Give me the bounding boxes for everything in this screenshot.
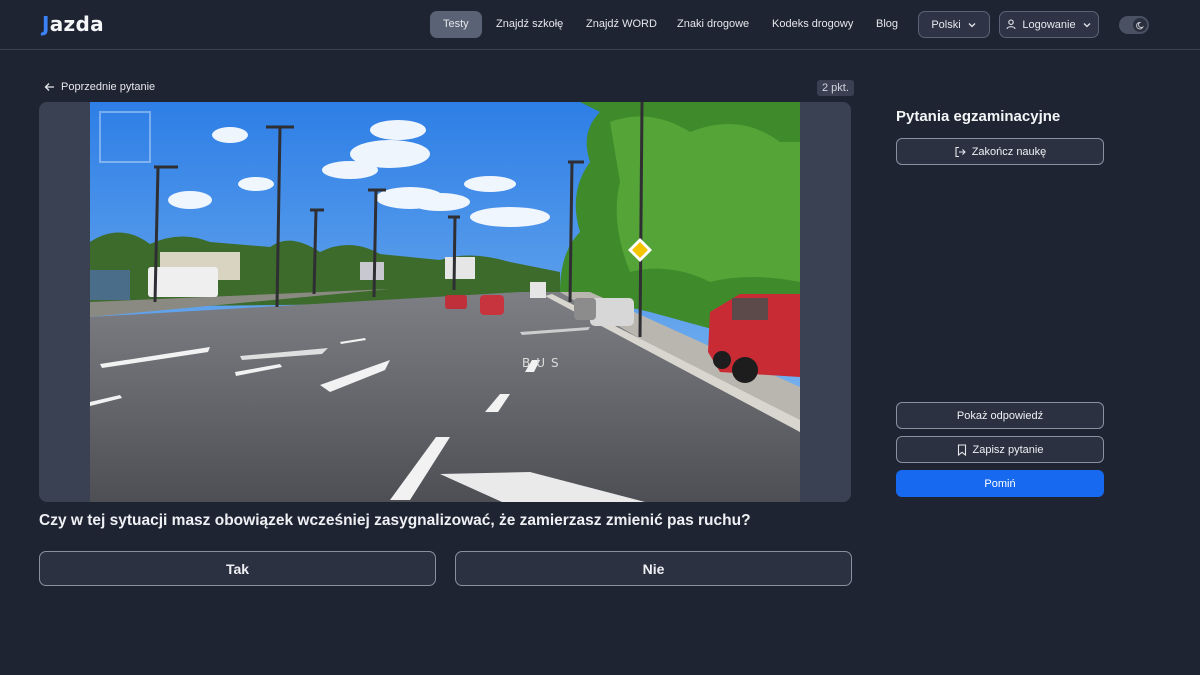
arrow-left-icon — [44, 83, 54, 91]
language-label: Polski — [931, 18, 961, 31]
nav-item-blog[interactable]: Blog — [863, 11, 911, 38]
login-label: Logowanie — [1022, 18, 1076, 31]
logout-icon — [955, 146, 966, 157]
points-badge: 2 pkt. — [817, 80, 854, 96]
sidebar-title: Pytania egzaminacyjne — [896, 108, 1061, 125]
save-question-button[interactable]: Zapisz pytanie — [896, 436, 1104, 463]
save-question-label: Zapisz pytanie — [972, 443, 1044, 456]
nav-item-testy[interactable]: Testy — [430, 11, 482, 38]
skip-button[interactable]: Pomiń — [896, 470, 1104, 497]
bus-lane-marking: BUS — [522, 356, 565, 370]
question-media-card: BUS — [39, 102, 851, 502]
bookmark-icon — [957, 443, 966, 456]
theme-toggle[interactable] — [1119, 16, 1149, 34]
top-navbar: Jazda Testy Znajdź szkołę Znajdź WORD Zn… — [0, 0, 1200, 50]
nav-item-find-word[interactable]: Znajdź WORD — [573, 11, 670, 38]
question-photo: BUS — [90, 102, 800, 502]
previous-question-label: Poprzednie pytanie — [61, 81, 156, 93]
site-logo[interactable]: Jazda — [42, 12, 104, 36]
nav-item-road-signs[interactable]: Znaki drogowe — [664, 11, 762, 38]
end-study-button[interactable]: Zakończ naukę — [896, 138, 1104, 165]
end-study-label: Zakończ naukę — [971, 145, 1047, 158]
login-dropdown[interactable]: Logowanie — [999, 11, 1099, 38]
answer-yes-button[interactable]: Tak — [39, 551, 436, 586]
question-text: Czy w tej sytuacji masz obowiązek wcześn… — [39, 512, 751, 529]
chevron-down-icon — [1083, 22, 1091, 27]
answer-no-button[interactable]: Nie — [455, 551, 852, 586]
moon-icon — [1133, 18, 1147, 32]
chevron-down-icon — [968, 22, 976, 27]
nav-item-highway-code[interactable]: Kodeks drogowy — [759, 11, 866, 38]
user-icon — [1006, 19, 1016, 30]
nav-item-find-school[interactable]: Znajdź szkołę — [483, 11, 576, 38]
language-select[interactable]: Polski — [918, 11, 990, 38]
show-answer-button[interactable]: Pokaż odpowiedź — [896, 402, 1104, 429]
previous-question-link[interactable]: Poprzednie pytanie — [44, 81, 155, 93]
